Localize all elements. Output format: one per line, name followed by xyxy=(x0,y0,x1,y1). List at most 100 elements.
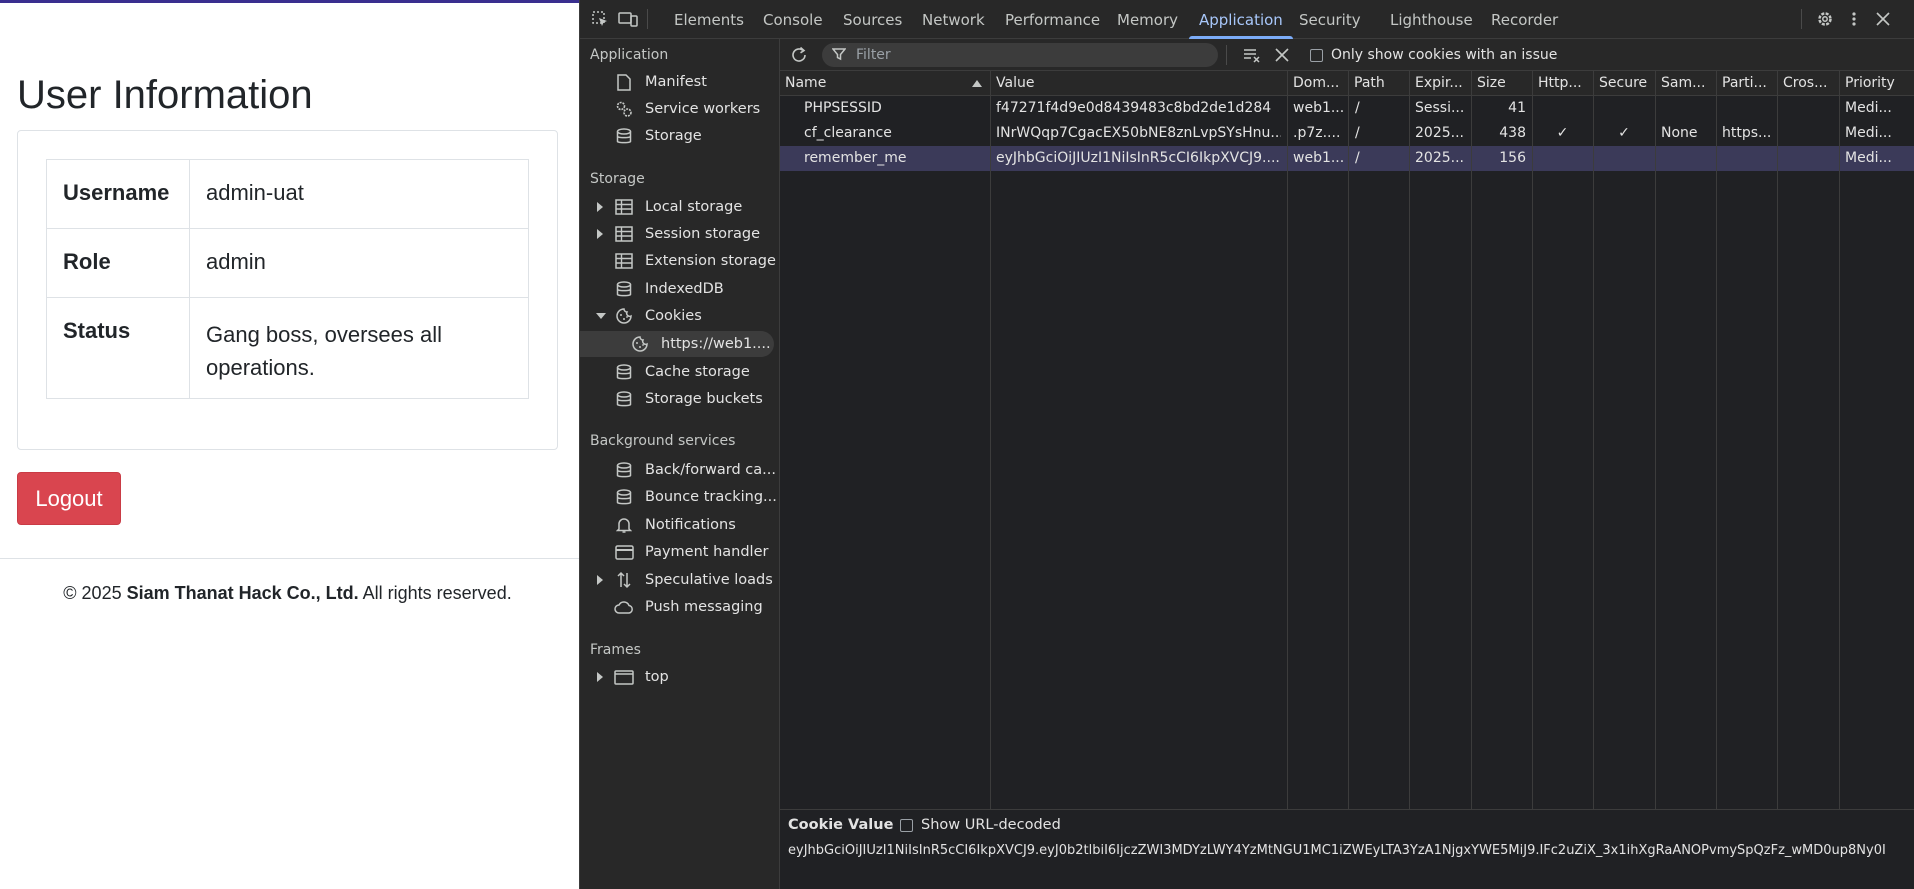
tab-security[interactable]: Security xyxy=(1299,0,1361,39)
column-header-priority[interactable]: Priority xyxy=(1845,75,1910,91)
table-row: Role admin xyxy=(46,228,529,298)
sidebar-item-label: Storage xyxy=(645,128,702,144)
refresh-icon[interactable] xyxy=(788,44,810,66)
cookie-priority: Medi... xyxy=(1845,100,1892,116)
cookie-domain: web1... xyxy=(1293,100,1345,116)
column-header-httponly[interactable]: Http... xyxy=(1538,75,1593,91)
column-header-path[interactable]: Path xyxy=(1354,75,1409,91)
tab-console[interactable]: Console xyxy=(763,0,823,39)
checkbox-box[interactable] xyxy=(900,818,913,832)
sidebar-item-back-forward-cache[interactable]: Back/forward ca... xyxy=(580,457,777,483)
column-header-size[interactable]: Size xyxy=(1477,75,1532,91)
column-header-secure[interactable]: Secure xyxy=(1599,75,1654,91)
sidebar-item-manifest[interactable]: Manifest xyxy=(580,69,777,95)
sidebar-item-notifications[interactable]: Notifications xyxy=(580,512,777,538)
tab-memory[interactable]: Memory xyxy=(1117,0,1178,39)
column-divider[interactable] xyxy=(1348,71,1349,809)
inspect-element-icon[interactable] xyxy=(589,8,611,30)
settings-gear-icon[interactable] xyxy=(1814,8,1836,30)
clear-all-cookies-icon[interactable] xyxy=(1271,44,1293,66)
sidebar-item-cookie-origin[interactable]: https://web1.... xyxy=(580,331,774,357)
row-value-status: Gang boss, oversees all operations. xyxy=(189,297,529,399)
sidebar-item-label: Manifest xyxy=(645,74,707,90)
collapse-arrow-icon[interactable] xyxy=(596,313,606,319)
column-header-cross-site[interactable]: Cros... xyxy=(1783,75,1838,91)
cookie-value-panel: Cookie Value Show URL-decoded eyJhbGciOi… xyxy=(780,809,1914,889)
column-divider[interactable] xyxy=(1593,71,1594,809)
cookie-value-text[interactable]: eyJhbGciOiJIUzI1NiIsInR5cCI6IkpXVCJ9.eyJ… xyxy=(788,842,1913,859)
sidebar-item-speculative-loads[interactable]: Speculative loads xyxy=(580,567,777,593)
column-divider[interactable] xyxy=(1839,71,1840,809)
column-divider[interactable] xyxy=(1716,71,1717,809)
only-issues-checkbox[interactable]: Only show cookies with an issue xyxy=(1310,47,1557,63)
device-toolbar-icon[interactable] xyxy=(617,8,639,30)
column-divider[interactable] xyxy=(1287,71,1288,809)
table-row[interactable]: PHPSESSID f47271f4d9e0d8439483c8bd2de1d2… xyxy=(780,96,1914,121)
expand-arrow-icon[interactable] xyxy=(597,575,603,585)
footer-company: Siam Thanat Hack Co., Ltd. xyxy=(126,583,359,603)
cookie-domain: .p7z.... xyxy=(1293,125,1341,141)
column-divider[interactable] xyxy=(1777,71,1778,809)
section-header-storage: Storage xyxy=(590,171,645,187)
cookie-expires: 2025... xyxy=(1415,125,1464,141)
table-row-selected[interactable]: remember_me eyJhbGciOiJIUzI1NiIsInR5cCI6… xyxy=(780,146,1914,171)
sidebar-item-storage[interactable]: Storage xyxy=(580,123,777,149)
tab-recorder[interactable]: Recorder xyxy=(1491,0,1558,39)
column-header-name[interactable]: Name xyxy=(785,75,965,91)
sidebar-item-cache-storage[interactable]: Cache storage xyxy=(580,359,777,385)
sidebar-item-label: IndexedDB xyxy=(645,281,724,297)
sidebar-item-service-workers[interactable]: Service workers xyxy=(580,96,777,122)
sidebar-item-push-messaging[interactable]: Push messaging xyxy=(580,594,777,620)
frame-window-icon xyxy=(614,667,634,687)
column-header-samesite[interactable]: Sam... xyxy=(1661,75,1716,91)
column-header-domain[interactable]: Dom... xyxy=(1293,75,1348,91)
show-url-decoded-checkbox[interactable]: Show URL-decoded xyxy=(900,817,1061,833)
more-options-icon[interactable] xyxy=(1843,8,1865,30)
devtools-panel: Elements Console Sources Network Perform… xyxy=(579,0,1914,889)
tab-application[interactable]: Application xyxy=(1189,0,1293,39)
sidebar-item-label: https://web1.... xyxy=(661,336,771,352)
column-divider[interactable] xyxy=(1409,71,1410,809)
web-page: User Information Username admin-uat Role… xyxy=(0,0,579,889)
clear-filtered-cookies-icon[interactable] xyxy=(1241,44,1263,66)
tab-network[interactable]: Network xyxy=(922,0,985,39)
expand-arrow-icon[interactable] xyxy=(597,202,603,212)
column-header-expires[interactable]: Expir... xyxy=(1415,75,1470,91)
table-grid-icon xyxy=(614,224,634,244)
sidebar-item-extension-storage[interactable]: Extension storage xyxy=(580,248,777,274)
sidebar-item-cookies[interactable]: Cookies xyxy=(580,303,777,329)
tab-elements[interactable]: Elements xyxy=(674,0,744,39)
close-devtools-icon[interactable] xyxy=(1872,8,1894,30)
cookie-priority: Medi... xyxy=(1845,125,1892,141)
row-label-username: Username xyxy=(46,159,190,229)
sidebar-item-label: Bounce tracking... xyxy=(645,489,777,505)
table-row[interactable]: cf_clearance INrWQqp7CgacEX50bNE8znLvpSY… xyxy=(780,121,1914,146)
column-divider[interactable] xyxy=(1471,71,1472,809)
tab-performance[interactable]: Performance xyxy=(1005,0,1100,39)
expand-arrow-icon[interactable] xyxy=(597,672,603,682)
filter-input[interactable] xyxy=(856,45,1206,65)
devtools-tabbar: Elements Console Sources Network Perform… xyxy=(580,0,1914,39)
sidebar-item-local-storage[interactable]: Local storage xyxy=(580,194,777,220)
column-divider[interactable] xyxy=(1532,71,1533,809)
column-divider[interactable] xyxy=(990,71,991,809)
sidebar-item-label: Speculative loads xyxy=(645,572,773,588)
sidebar-item-label: Local storage xyxy=(645,199,743,215)
sidebar-item-bounce-tracking[interactable]: Bounce tracking... xyxy=(580,484,777,510)
checkbox-box[interactable] xyxy=(1310,48,1323,62)
database-icon xyxy=(614,362,634,382)
sidebar-item-storage-buckets[interactable]: Storage buckets xyxy=(580,386,777,412)
column-header-value[interactable]: Value xyxy=(996,75,1231,91)
sidebar-item-frame-top[interactable]: top xyxy=(580,664,777,690)
tabbar-separator xyxy=(1801,9,1802,29)
sidebar-item-indexeddb[interactable]: IndexedDB xyxy=(580,276,777,302)
sidebar-item-payment-handler[interactable]: Payment handler xyxy=(580,539,777,565)
tab-sources[interactable]: Sources xyxy=(843,0,902,39)
sidebar-item-session-storage[interactable]: Session storage xyxy=(580,221,777,247)
logout-button[interactable]: Logout xyxy=(17,472,121,525)
page-title: User Information xyxy=(17,73,313,117)
expand-arrow-icon[interactable] xyxy=(597,229,603,239)
tab-lighthouse[interactable]: Lighthouse xyxy=(1390,0,1473,39)
column-header-partition-key[interactable]: Parti... xyxy=(1722,75,1777,91)
column-divider[interactable] xyxy=(1655,71,1656,809)
